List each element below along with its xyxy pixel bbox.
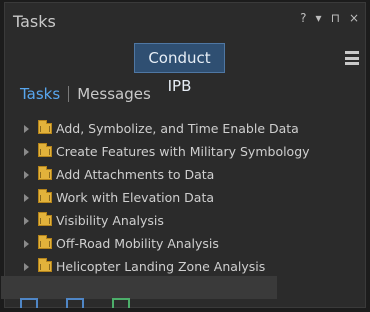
task-item[interactable]: Add, Symbolize, and Time Enable Data bbox=[21, 117, 359, 140]
task-item[interactable]: Add Attachments to Data bbox=[21, 163, 359, 186]
tool-icon[interactable] bbox=[112, 298, 130, 308]
pane-window-controls: ? ▾ ⊓ × bbox=[300, 11, 359, 25]
task-item[interactable]: Create Features with Military Symbology bbox=[21, 140, 359, 163]
pane-title: Tasks bbox=[13, 12, 56, 31]
task-item-label: Add Attachments to Data bbox=[56, 167, 215, 182]
close-icon[interactable]: × bbox=[349, 11, 359, 25]
folder-icon bbox=[38, 166, 52, 180]
menu-icon[interactable] bbox=[345, 51, 359, 65]
expand-caret-icon[interactable] bbox=[24, 147, 29, 156]
help-icon[interactable]: ? bbox=[300, 11, 306, 25]
tab-divider bbox=[68, 86, 70, 102]
task-item[interactable]: Helicopter Landing Zone Analysis bbox=[21, 255, 359, 278]
task-item-label: Add, Symbolize, and Time Enable Data bbox=[56, 121, 299, 136]
menu-icon-bar bbox=[345, 51, 359, 54]
expand-caret-icon[interactable] bbox=[24, 239, 29, 248]
folder-icon bbox=[38, 143, 52, 157]
tool-icon[interactable] bbox=[66, 298, 84, 308]
task-item[interactable]: Off-Road Mobility Analysis bbox=[21, 232, 359, 255]
expand-caret-icon[interactable] bbox=[24, 216, 29, 225]
expand-caret-icon[interactable] bbox=[24, 262, 29, 271]
tab-messages[interactable]: Messages bbox=[77, 85, 151, 103]
expand-caret-icon[interactable] bbox=[24, 170, 29, 179]
tab-tasks[interactable]: Tasks bbox=[20, 85, 60, 103]
pin-icon[interactable]: ⊓ bbox=[331, 11, 340, 25]
task-item-label: Helicopter Landing Zone Analysis bbox=[56, 259, 266, 274]
folder-icon bbox=[38, 258, 52, 272]
horizontal-scrollbar[interactable] bbox=[1, 276, 277, 299]
folder-icon bbox=[38, 120, 52, 134]
menu-icon-bar bbox=[345, 56, 359, 60]
pane-tabs: Tasks Messages bbox=[20, 85, 151, 103]
folder-icon bbox=[38, 189, 52, 203]
pane-titlebar: Tasks ? ▾ ⊓ × bbox=[5, 3, 365, 39]
tasks-pane: Tasks ? ▾ ⊓ × Conduct IPB Tasks Messages… bbox=[1, 2, 366, 308]
task-item-label: Create Features with Military Symbology bbox=[56, 144, 310, 159]
task-list: Add, Symbolize, and Time Enable Data Cre… bbox=[21, 117, 359, 278]
chevron-down-icon[interactable]: ▾ bbox=[316, 11, 322, 25]
task-item-label: Visibility Analysis bbox=[56, 213, 164, 228]
expand-caret-icon[interactable] bbox=[24, 124, 29, 133]
task-item-label: Work with Elevation Data bbox=[56, 190, 215, 205]
tool-icon[interactable] bbox=[20, 298, 38, 308]
task-item[interactable]: Visibility Analysis bbox=[21, 209, 359, 232]
task-item[interactable]: Work with Elevation Data bbox=[21, 186, 359, 209]
task-item-label: Off-Road Mobility Analysis bbox=[56, 236, 219, 251]
menu-icon-bar bbox=[345, 62, 359, 65]
bottom-toolbar bbox=[20, 298, 130, 308]
folder-icon bbox=[38, 235, 52, 249]
conduct-ipb-button[interactable]: Conduct IPB bbox=[134, 43, 225, 95]
expand-caret-icon[interactable] bbox=[24, 193, 29, 202]
folder-icon bbox=[38, 212, 52, 226]
